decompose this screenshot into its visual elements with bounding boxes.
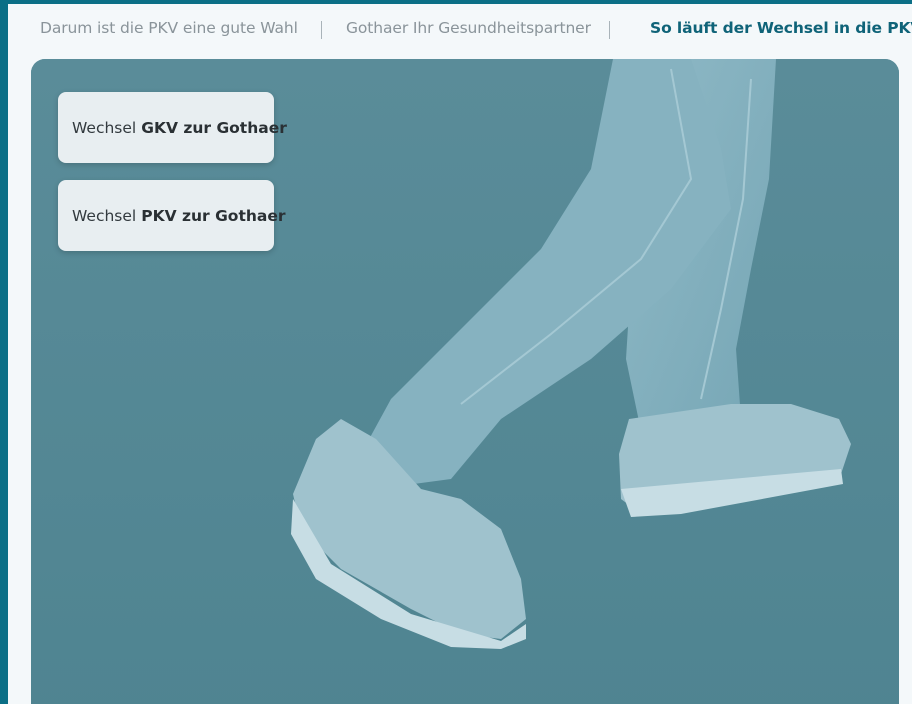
switch-gkv-bold: GKV zur Gothaer: [141, 118, 287, 137]
tab-gothaer-partner[interactable]: Gothaer Ihr Gesundheitspartner: [346, 19, 591, 37]
switch-gkv-prefix: Wechsel: [72, 118, 137, 137]
switch-pkv-button[interactable]: Wechsel PKV zur Gothaer: [58, 180, 286, 251]
switch-pkv-bold: PKV zur Gothaer: [141, 206, 286, 225]
hero-image-panel: Wechsel GKV zur Gothaer Wechsel PKV zur Go…: [31, 59, 899, 704]
tab-switch-to-pkv[interactable]: So läuft der Wechsel in die PKV: [650, 19, 912, 37]
tab-divider: [609, 21, 610, 39]
tab-divider: [321, 21, 322, 39]
switch-pkv-prefix: Wechsel: [72, 206, 137, 225]
switch-gkv-button[interactable]: Wechsel GKV zur Gothaer: [58, 92, 287, 163]
tab-pkv-good-choice[interactable]: Darum ist die PKV eine gute Wahl: [40, 19, 298, 37]
page-frame: Darum ist die PKV eine gute Wahl Gothaer…: [8, 4, 912, 704]
tab-bar: Darum ist die PKV eine gute Wahl Gothaer…: [8, 4, 912, 56]
